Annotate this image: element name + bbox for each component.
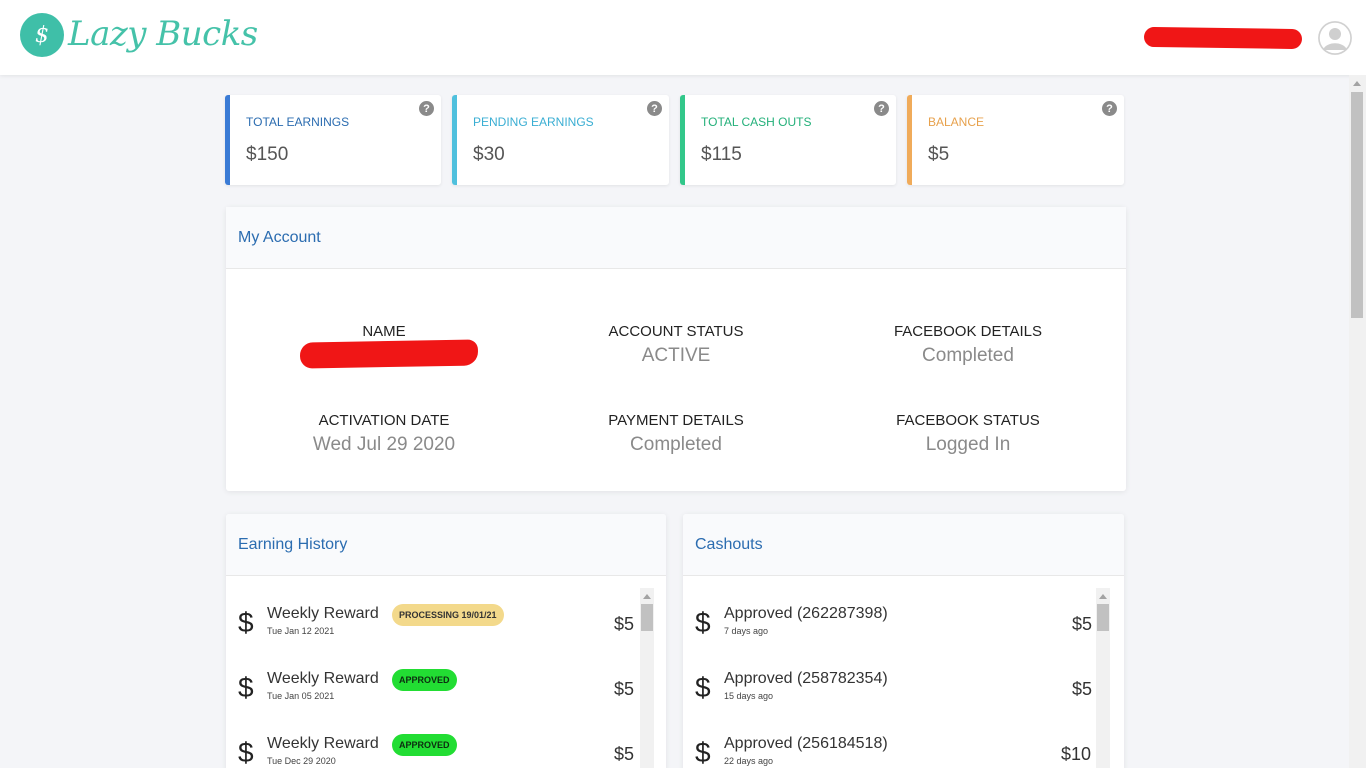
scrollbar-thumb[interactable] <box>641 604 653 631</box>
logo-dollar-icon: $ <box>35 23 49 48</box>
stat-card-total-earnings: TOTAL EARNINGS $150 ? <box>225 95 441 185</box>
cashout-title: Approved (256184518) <box>724 735 888 752</box>
account-status-value: ACTIVE <box>641 345 711 366</box>
dollar-icon: $ <box>695 672 711 703</box>
account-status: ACCOUNT STATUS ACTIVE <box>526 323 826 367</box>
cashout-title: Approved (258782354) <box>724 670 888 687</box>
account-status-label: ACCOUNT STATUS <box>608 323 744 340</box>
facebook-details-value: Completed <box>922 345 1014 366</box>
cashout-date: 22 days ago <box>724 756 774 766</box>
stat-value: $150 <box>246 144 289 165</box>
svg-text:$: $ <box>35 23 49 48</box>
list-item: $ Weekly Reward Tue Jan 05 2021 APPROVED… <box>226 662 666 718</box>
dollar-icon: $ <box>695 737 711 768</box>
logo-text[interactable]: Lazy Bucks <box>68 14 258 54</box>
earning-title: Weekly Reward <box>267 735 379 752</box>
stat-accent-bar <box>907 95 912 185</box>
list-item: $ Weekly Reward Tue Jan 12 2021 PROCESSI… <box>226 597 666 653</box>
top-header: $ Lazy Bucks <box>0 0 1366 75</box>
earning-amount: $5 <box>614 679 635 699</box>
facebook-status-value: Logged In <box>925 434 1011 455</box>
page-scrollbar[interactable] <box>1349 75 1366 768</box>
avatar-icon[interactable] <box>1318 21 1352 55</box>
stat-value: $115 <box>701 144 742 165</box>
earning-history-panel: Earning History $ Weekly Reward Tue Jan … <box>226 514 666 768</box>
earning-date: Tue Jan 05 2021 <box>267 691 335 701</box>
earning-history-scrollbar[interactable] <box>640 588 654 768</box>
payment-details-label: PAYMENT DETAILS <box>608 412 744 429</box>
facebook-details: FACEBOOK DETAILS Completed <box>818 323 1118 367</box>
status-badge: PROCESSING 19/01/21 <box>392 604 504 626</box>
status-badge: APPROVED <box>392 669 457 691</box>
scroll-up-icon[interactable] <box>1353 81 1361 86</box>
stat-label: BALANCE <box>928 115 985 129</box>
cashout-title: Approved (262287398) <box>724 605 888 622</box>
account-name-label: NAME <box>362 323 406 340</box>
list-item: $ Approved (258782354) 15 days ago $5 <box>683 662 1124 718</box>
scroll-up-icon[interactable] <box>1099 594 1107 599</box>
facebook-status: FACEBOOK STATUS Logged In <box>818 412 1118 456</box>
cashout-date: 15 days ago <box>724 691 774 701</box>
stat-value: $5 <box>928 144 950 165</box>
scrollbar-thumb[interactable] <box>1097 604 1109 631</box>
cashout-amount: $5 <box>1072 614 1093 634</box>
dollar-icon: $ <box>238 607 254 638</box>
activation-date: ACTIVATION DATE Wed Jul 29 2020 <box>234 412 534 456</box>
stat-label: PENDING EARNINGS <box>473 115 594 129</box>
stat-accent-bar <box>225 95 230 185</box>
panel-title: My Account <box>226 207 1126 269</box>
panel-title: Cashouts <box>683 514 1124 576</box>
payment-details: PAYMENT DETAILS Completed <box>526 412 826 456</box>
redacted-username <box>1143 26 1303 50</box>
help-icon[interactable]: ? <box>874 101 889 116</box>
cashouts-panel: Cashouts $ Approved (262287398) 7 days a… <box>683 514 1124 768</box>
facebook-details-label: FACEBOOK DETAILS <box>893 323 1043 340</box>
help-icon[interactable]: ? <box>1102 101 1117 116</box>
stat-accent-bar <box>452 95 457 185</box>
stat-accent-bar <box>680 95 685 185</box>
stat-card-balance: BALANCE $5 ? <box>907 95 1124 185</box>
scrollbar-thumb[interactable] <box>1351 92 1363 318</box>
panel-title: Earning History <box>226 514 666 576</box>
cashout-amount: $10 <box>1061 744 1092 764</box>
list-item: $ Weekly Reward Tue Dec 29 2020 APPROVED… <box>226 727 666 768</box>
help-icon[interactable]: ? <box>419 101 434 116</box>
cashout-amount: $5 <box>1072 679 1093 699</box>
stat-card-total-cash-outs: TOTAL CASH OUTS $115 ? <box>680 95 896 185</box>
earning-title: Weekly Reward <box>267 605 379 622</box>
cashout-date: 7 days ago <box>724 626 769 636</box>
earning-amount: $5 <box>614 614 635 634</box>
stat-value: $30 <box>473 144 505 165</box>
list-item: $ Approved (256184518) 22 days ago $10 <box>683 727 1124 768</box>
dollar-icon: $ <box>238 672 254 703</box>
earning-title: Weekly Reward <box>267 670 379 687</box>
dollar-icon: $ <box>238 737 254 768</box>
stat-label: TOTAL EARNINGS <box>246 115 350 129</box>
earning-date: Tue Dec 29 2020 <box>267 756 336 766</box>
logo-icon[interactable]: $ <box>20 13 64 57</box>
activation-date-label: ACTIVATION DATE <box>318 412 450 429</box>
status-badge: APPROVED <box>392 734 457 756</box>
dollar-icon: $ <box>695 607 711 638</box>
payment-details-value: Completed <box>630 434 722 455</box>
stat-card-pending-earnings: PENDING EARNINGS $30 ? <box>452 95 669 185</box>
cashouts-scrollbar[interactable] <box>1096 588 1110 768</box>
list-item: $ Approved (262287398) 7 days ago $5 <box>683 597 1124 653</box>
earning-amount: $5 <box>614 744 635 764</box>
account-name: NAME <box>234 323 534 340</box>
scroll-up-icon[interactable] <box>643 594 651 599</box>
help-icon[interactable]: ? <box>647 101 662 116</box>
facebook-status-label: FACEBOOK STATUS <box>896 412 1040 429</box>
redacted-name <box>299 339 479 369</box>
activation-date-value: Wed Jul 29 2020 <box>312 434 456 455</box>
stat-label: TOTAL CASH OUTS <box>701 115 812 129</box>
earning-date: Tue Jan 12 2021 <box>267 626 335 636</box>
